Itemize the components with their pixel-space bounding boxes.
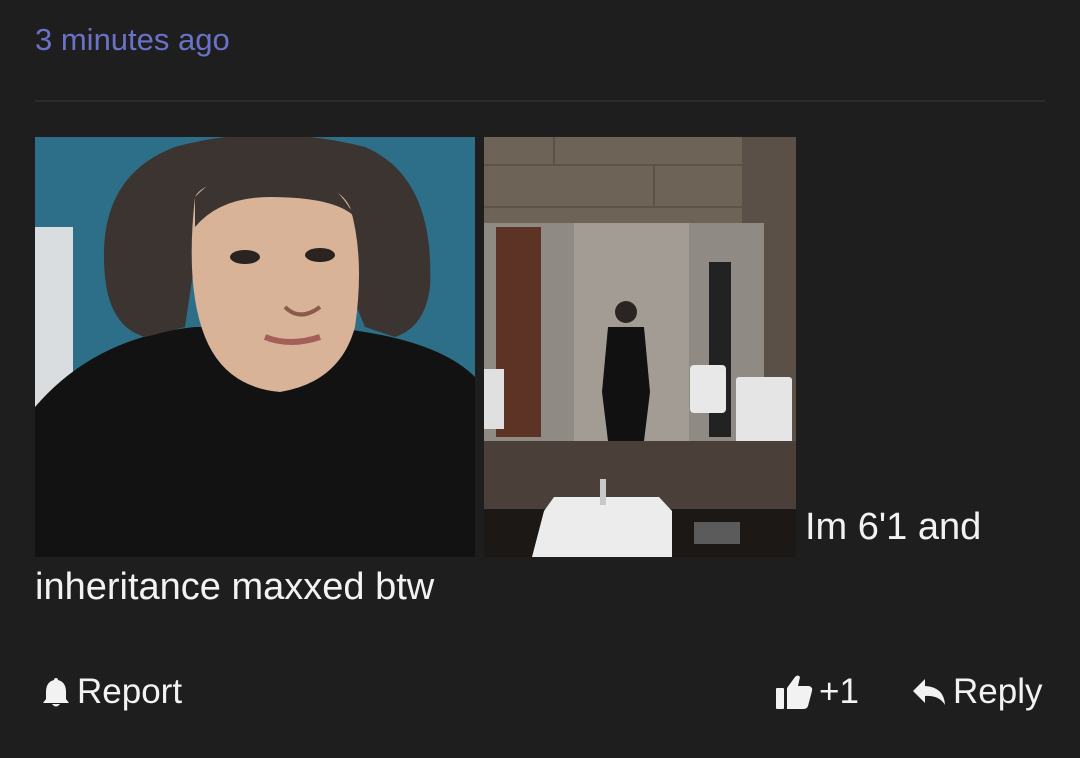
reply-arrow-icon xyxy=(911,677,947,707)
comment-timestamp[interactable]: 3 minutes ago xyxy=(35,22,230,58)
comment-card: 3 minutes ago Im 6'1 and inheritance max… xyxy=(0,0,1080,758)
reply-button[interactable]: Reply xyxy=(911,672,1042,712)
bell-icon xyxy=(41,676,71,708)
divider xyxy=(35,100,1045,102)
comment-actions: Report +1 Reply xyxy=(35,672,1045,732)
selfie-photo[interactable] xyxy=(35,137,475,557)
like-count: +1 xyxy=(819,672,859,711)
like-button[interactable]: +1 xyxy=(775,672,859,712)
reply-label: Reply xyxy=(953,672,1043,711)
report-label: Report xyxy=(77,672,183,711)
report-button[interactable]: Report xyxy=(41,672,182,712)
mirror-selfie-photo[interactable] xyxy=(484,137,796,557)
comment-body: Im 6'1 and inheritance maxxed btw xyxy=(35,137,1045,617)
thumbs-up-icon xyxy=(775,674,813,710)
